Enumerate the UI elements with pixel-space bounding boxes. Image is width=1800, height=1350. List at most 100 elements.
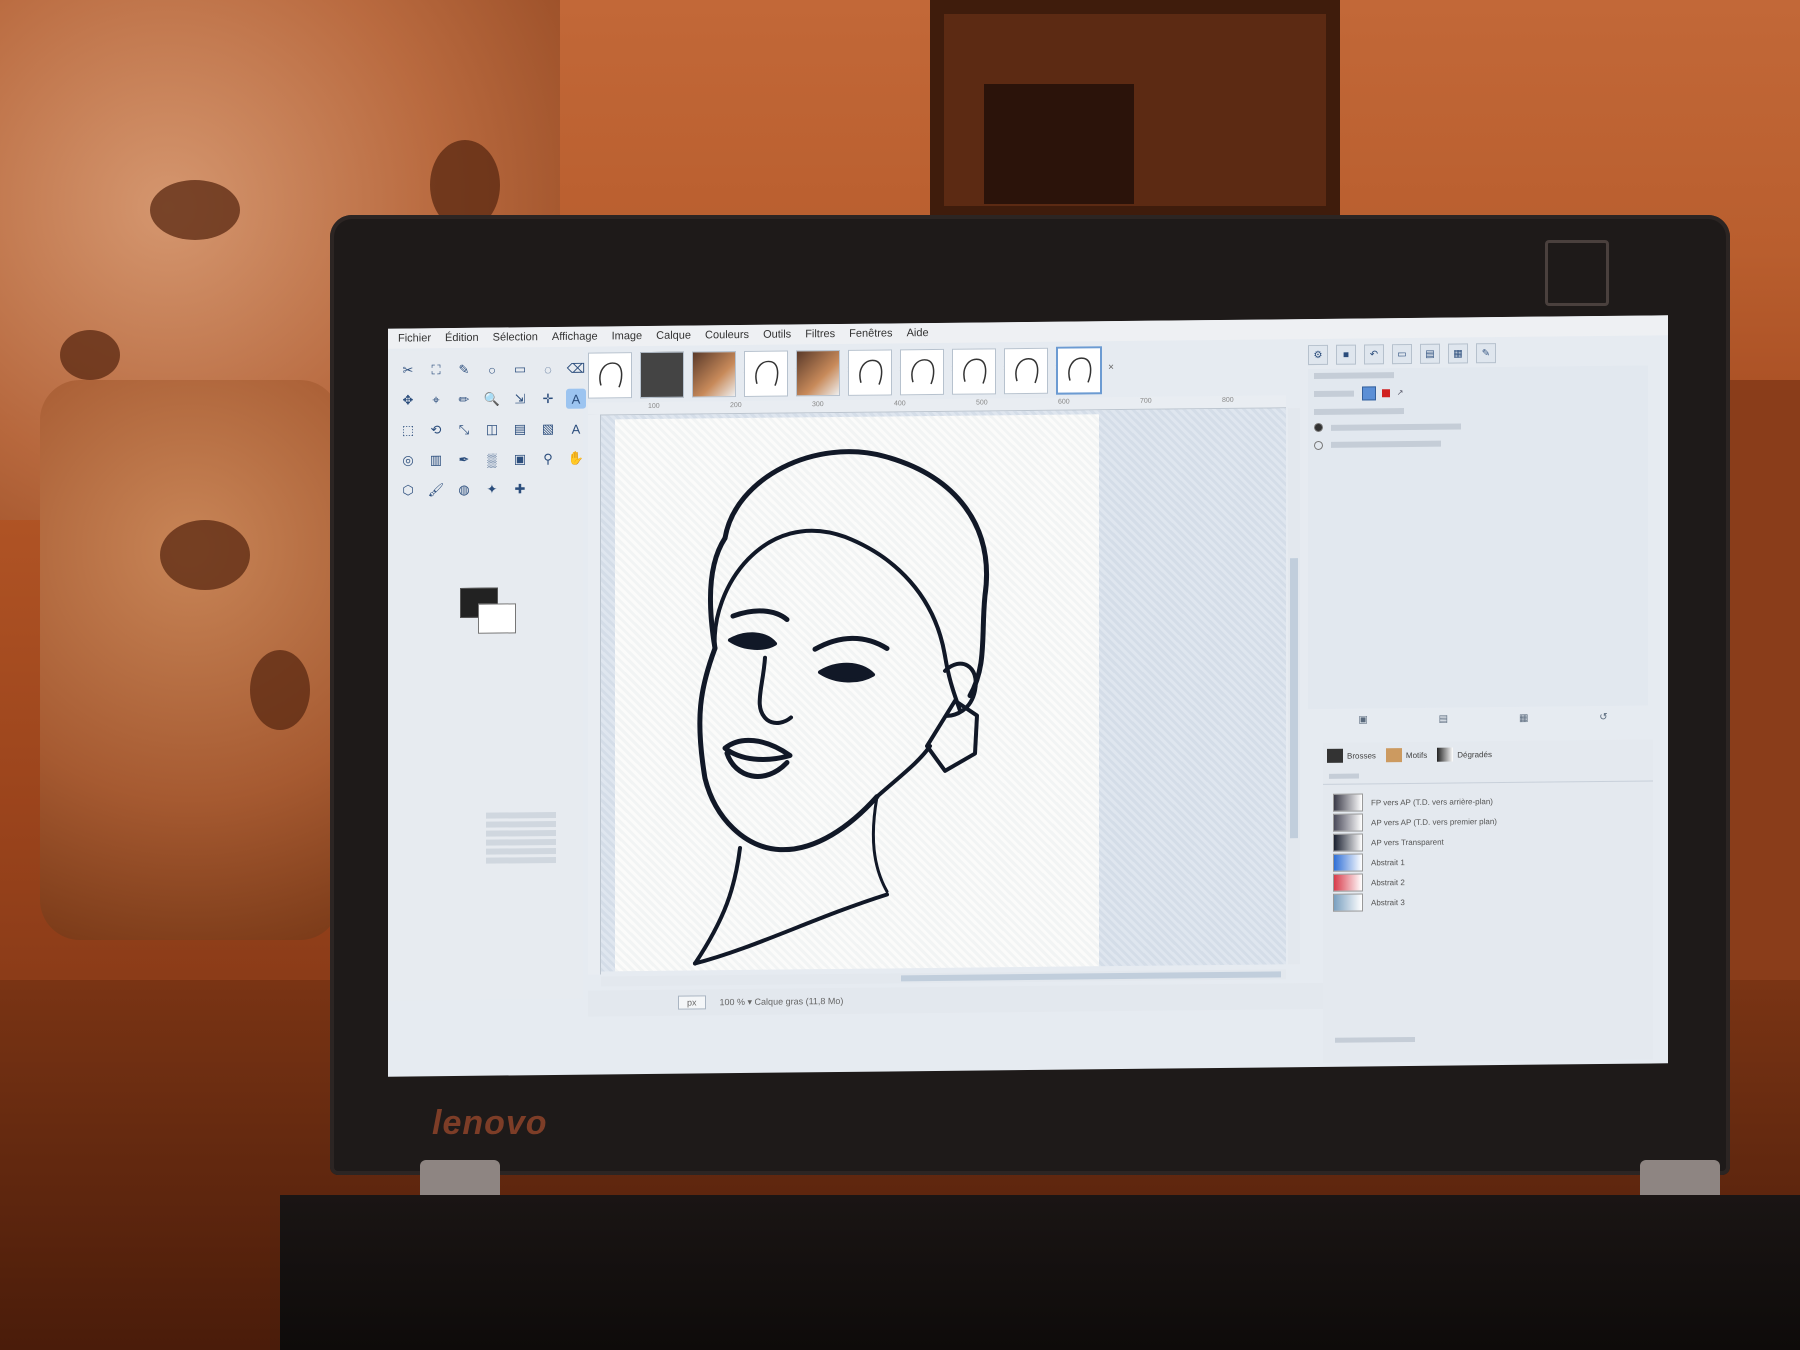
menu-outils[interactable]: Outils bbox=[763, 328, 791, 340]
tool-options-option-2[interactable] bbox=[1308, 433, 1648, 454]
tool-button[interactable]: ✏ bbox=[454, 390, 474, 410]
hscroll-thumb[interactable] bbox=[901, 971, 1281, 982]
image-tab[interactable]: × bbox=[588, 352, 645, 399]
tool-button[interactable]: ▒ bbox=[482, 450, 502, 470]
tool-button[interactable]: ✒ bbox=[454, 450, 474, 470]
menu-fenetres[interactable]: Fenêtres bbox=[849, 327, 892, 339]
layers-tab-icon[interactable]: ▤ bbox=[1420, 343, 1440, 364]
image-tab[interactable]: × bbox=[640, 351, 697, 399]
tool-button[interactable]: ▣ bbox=[510, 449, 530, 469]
tool-options-tab-icon[interactable]: ⚙ bbox=[1308, 344, 1328, 366]
tool-button[interactable]: ⬡ bbox=[398, 480, 418, 500]
images-tab-icon[interactable]: ▭ bbox=[1392, 343, 1412, 365]
tool-button[interactable]: ⌫ bbox=[566, 359, 586, 379]
tool-button[interactable]: A bbox=[566, 388, 586, 409]
tool-button[interactable]: 🔍 bbox=[482, 390, 502, 410]
tool-button[interactable]: ⌖ bbox=[426, 390, 446, 410]
tool-button[interactable]: ⛶ bbox=[426, 360, 446, 380]
tool-button[interactable]: 🖌 bbox=[426, 480, 446, 500]
tool-button[interactable]: ◍ bbox=[454, 480, 474, 500]
tool-button[interactable]: ⤡ bbox=[454, 420, 474, 440]
tool-button[interactable]: ✂ bbox=[398, 360, 418, 380]
tool-button[interactable]: ✋ bbox=[566, 449, 586, 469]
tool-button[interactable]: ◫ bbox=[482, 420, 502, 440]
tool-button[interactable]: ⇲ bbox=[510, 389, 530, 409]
tool-button[interactable]: ⚲ bbox=[538, 449, 558, 469]
menu-selection[interactable]: Sélection bbox=[493, 331, 538, 343]
image-tab[interactable]: × bbox=[796, 349, 853, 397]
move-layer-icon[interactable] bbox=[1362, 386, 1377, 401]
tool-button[interactable]: ✚ bbox=[510, 479, 530, 499]
tool-button[interactable]: ✦ bbox=[482, 480, 502, 500]
tool-options-panel: ↗ bbox=[1308, 365, 1648, 710]
tab-brosses[interactable]: Brosses bbox=[1327, 748, 1376, 763]
brush-tab-icon[interactable]: ✎ bbox=[1476, 343, 1496, 364]
tool-button[interactable]: ▭ bbox=[510, 359, 530, 379]
gradient-list-item[interactable]: Abstrait 3 bbox=[1323, 889, 1653, 912]
gradient-swatch bbox=[1333, 833, 1363, 852]
menu-image[interactable]: Image bbox=[612, 330, 643, 342]
menu-edition[interactable]: Édition bbox=[445, 332, 479, 344]
canvas-area[interactable] bbox=[601, 408, 1286, 972]
tab-degrades[interactable]: Dégradés bbox=[1437, 747, 1492, 762]
tool-button[interactable]: ✛ bbox=[538, 389, 558, 409]
gradient-name: Abstrait 2 bbox=[1371, 877, 1405, 887]
screen: Fichier Édition Sélection Affichage Imag… bbox=[388, 315, 1668, 1077]
close-tab-icon[interactable]: × bbox=[1108, 362, 1114, 373]
image-tab[interactable]: × bbox=[900, 348, 957, 396]
undo-history-tab-icon[interactable]: ↶ bbox=[1364, 344, 1384, 365]
tool-button[interactable]: ✎ bbox=[454, 360, 474, 380]
menu-fichier[interactable]: Fichier bbox=[398, 332, 431, 344]
ruler-tick-label: 700 bbox=[1140, 397, 1152, 405]
panel-footer bbox=[1323, 1036, 1415, 1043]
menu-couleurs[interactable]: Couleurs bbox=[705, 329, 749, 341]
save-options-icon[interactable]: ▣ bbox=[1358, 714, 1367, 734]
image-tab[interactable]: × bbox=[1004, 347, 1061, 395]
image-tab[interactable]: × bbox=[1056, 346, 1114, 395]
ruler-tick-label: 100 bbox=[648, 402, 660, 410]
tool-button[interactable]: ▧ bbox=[538, 419, 558, 439]
move-selection-icon[interactable] bbox=[1382, 389, 1391, 398]
image-canvas[interactable] bbox=[615, 414, 1099, 972]
tab-motifs[interactable]: Motifs bbox=[1385, 748, 1427, 763]
tool-button[interactable]: ▥ bbox=[426, 450, 446, 470]
tool-button[interactable]: ⬚ bbox=[398, 420, 418, 440]
radio-pick-layer[interactable] bbox=[1314, 423, 1323, 433]
image-tab[interactable]: × bbox=[952, 348, 1009, 395]
panel-tabs: Brosses Motifs Dégradés bbox=[1323, 739, 1653, 768]
image-tab[interactable]: × bbox=[692, 351, 749, 398]
tool-button[interactable]: ◎ bbox=[398, 450, 418, 470]
vertical-scrollbar[interactable] bbox=[1288, 408, 1300, 965]
tool-button[interactable]: ⟲ bbox=[426, 420, 446, 440]
tool-button[interactable]: ✥ bbox=[398, 390, 418, 410]
filter-field[interactable] bbox=[1323, 765, 1653, 785]
menu-aide[interactable]: Aide bbox=[907, 327, 929, 339]
reset-options-icon[interactable]: ↺ bbox=[1599, 712, 1607, 732]
unit-select[interactable]: px bbox=[678, 995, 706, 1010]
cushion-pattern bbox=[60, 330, 120, 380]
color-selector[interactable] bbox=[460, 587, 520, 636]
gradient-list: FP vers AP (T.D. vers arrière-plan) AP ve… bbox=[1323, 789, 1653, 912]
tool-button[interactable]: A bbox=[566, 419, 586, 439]
dock-tab-icons: ⚙ ■ ↶ ▭ ▤ ▦ ✎ bbox=[1308, 340, 1558, 367]
image-tab[interactable]: × bbox=[744, 350, 801, 397]
device-status-tab-icon[interactable]: ■ bbox=[1336, 344, 1356, 365]
tool-grid: ✂ ⛶ ✎ ○ ▭ ◌ ⌫ ✥ ⌖ ✏ 🔍 ⇲ ✛ A ⬚ ⟲ ⤡ ◫ ▤ ▧ A ◎ ▥ ✒ ▒ ▣ ⚲ ✋ ⬡ 🖌 ◍ ✦ ✚ bbox=[398, 359, 590, 507]
background-color-swatch[interactable] bbox=[478, 603, 516, 634]
image-tab[interactable]: × bbox=[848, 349, 905, 396]
menu-calque[interactable]: Calque bbox=[656, 330, 691, 342]
gradient-name: AP vers Transparent bbox=[1371, 837, 1444, 847]
status-bar: px 100 % ▾ Calque gras (11,8 Mo) bbox=[588, 982, 1388, 1017]
tool-button[interactable]: ▤ bbox=[510, 419, 530, 439]
tool-button[interactable]: ○ bbox=[482, 360, 502, 380]
menu-affichage[interactable]: Affichage bbox=[552, 331, 598, 343]
tool-button[interactable]: ◌ bbox=[538, 359, 558, 379]
channels-tab-icon[interactable]: ▦ bbox=[1448, 343, 1468, 364]
energy-sticker bbox=[1545, 240, 1609, 306]
radio-move-active-layer[interactable] bbox=[1314, 440, 1323, 450]
vscroll-thumb[interactable] bbox=[1290, 558, 1298, 839]
delete-options-icon[interactable]: ▦ bbox=[1519, 713, 1528, 733]
menu-filtres[interactable]: Filtres bbox=[805, 328, 835, 340]
move-path-icon[interactable]: ↗ bbox=[1397, 388, 1407, 398]
restore-options-icon[interactable]: ▤ bbox=[1439, 714, 1448, 734]
